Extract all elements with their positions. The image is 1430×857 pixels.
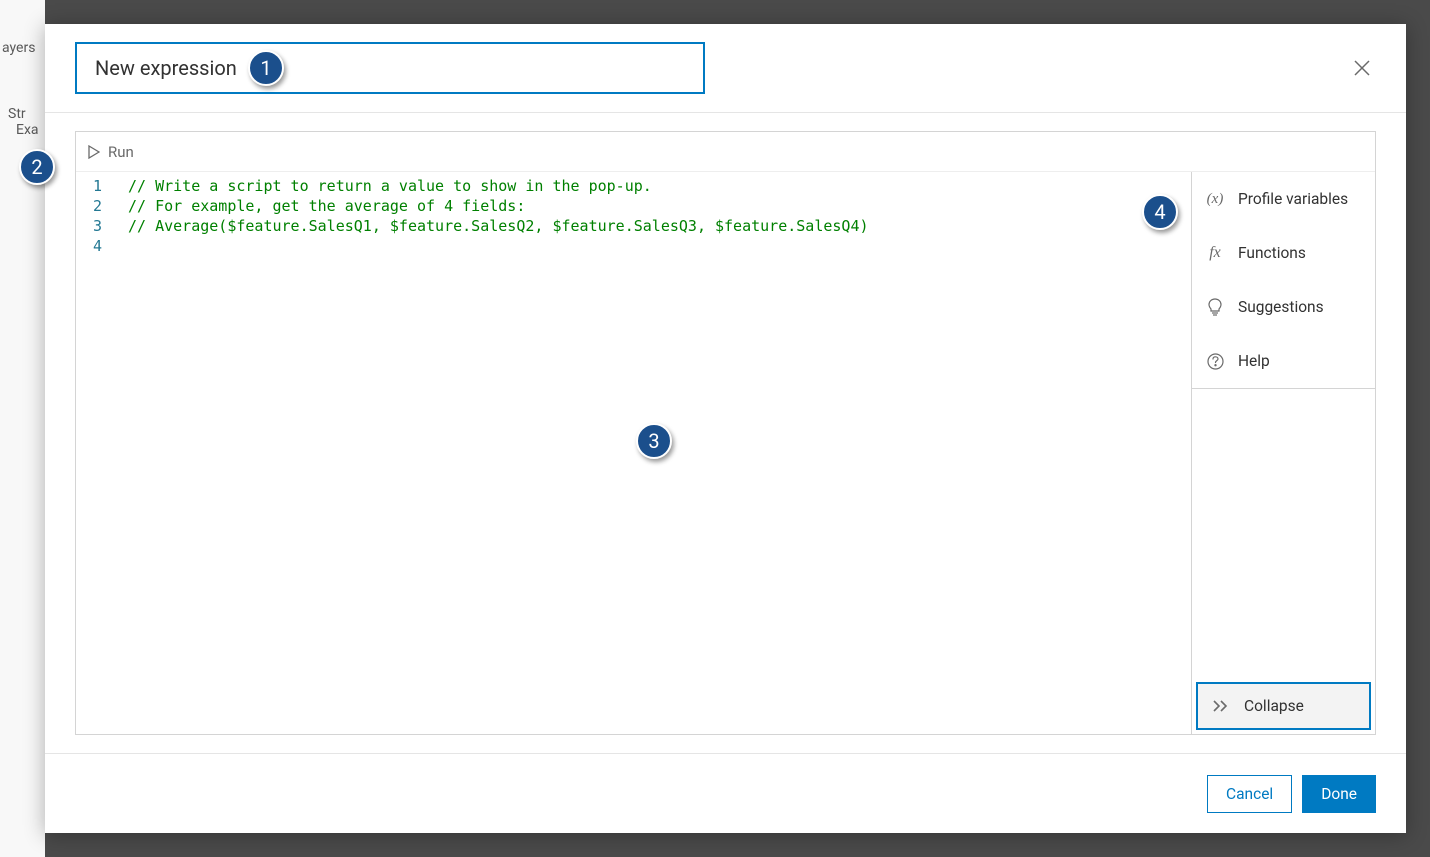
callout-badge-2: 2 <box>19 149 55 185</box>
expression-editor-dialog: Run 1 2 3 4 // Write a script to return … <box>45 24 1406 833</box>
line-number: 4 <box>76 236 102 256</box>
code-editor[interactable]: 1 2 3 4 // Write a script to return a va… <box>76 172 1191 734</box>
dialog-footer: Cancel Done <box>45 753 1406 833</box>
done-label: Done <box>1321 785 1357 803</box>
line-number: 3 <box>76 216 102 236</box>
chevron-double-right-icon <box>1212 697 1230 715</box>
background-text: ayers <box>2 40 45 56</box>
code-line: // For example, get the average of 4 fie… <box>128 196 1191 216</box>
line-number: 2 <box>76 196 102 216</box>
background-text: Exa <box>2 122 45 138</box>
run-button[interactable]: Run <box>76 132 1375 172</box>
sidebar-item-functions[interactable]: fx Functions <box>1192 226 1375 280</box>
fx-icon: fx <box>1206 244 1224 262</box>
play-icon <box>88 145 100 159</box>
callout-badge-3: 3 <box>636 423 672 459</box>
close-button[interactable] <box>1348 54 1376 82</box>
bulb-icon <box>1206 298 1224 316</box>
line-number: 1 <box>76 176 102 196</box>
cancel-button[interactable]: Cancel <box>1207 775 1292 813</box>
line-gutter: 1 2 3 4 <box>76 176 110 734</box>
expression-name-input[interactable] <box>75 42 705 94</box>
code-line: // Write a script to return a value to s… <box>128 176 1191 196</box>
background-text: Str <box>2 106 45 122</box>
dialog-body: Run 1 2 3 4 // Write a script to return … <box>45 113 1406 753</box>
variable-icon: (x) <box>1206 190 1224 208</box>
help-icon <box>1206 352 1224 370</box>
cancel-label: Cancel <box>1226 785 1273 803</box>
sidebar-item-suggestions[interactable]: Suggestions <box>1192 280 1375 334</box>
background-panel: ayers Str Exa <box>0 0 45 857</box>
sidebar-item-help[interactable]: Help <box>1192 334 1375 388</box>
close-icon <box>1352 58 1372 78</box>
collapse-label: Collapse <box>1244 697 1304 715</box>
editor-main: 1 2 3 4 // Write a script to return a va… <box>76 172 1375 734</box>
side-panel-list: (x) Profile variables fx Functions <box>1192 172 1375 389</box>
code-line: // Average($feature.SalesQ1, $feature.Sa… <box>128 216 1191 236</box>
code-line <box>128 236 1191 256</box>
callout-badge-1: 1 <box>248 50 284 86</box>
sidebar-item-label: Profile variables <box>1238 190 1348 208</box>
collapse-button[interactable]: Collapse <box>1196 682 1371 730</box>
sidebar-item-profile-variables[interactable]: (x) Profile variables <box>1192 172 1375 226</box>
sidebar-item-label: Suggestions <box>1238 298 1324 316</box>
sidebar-item-label: Help <box>1238 352 1270 370</box>
side-panel: (x) Profile variables fx Functions <box>1191 172 1375 734</box>
editor-frame: Run 1 2 3 4 // Write a script to return … <box>75 131 1376 735</box>
run-label: Run <box>108 143 134 161</box>
callout-badge-4: 4 <box>1142 194 1178 230</box>
done-button[interactable]: Done <box>1302 775 1376 813</box>
sidebar-item-label: Functions <box>1238 244 1306 262</box>
